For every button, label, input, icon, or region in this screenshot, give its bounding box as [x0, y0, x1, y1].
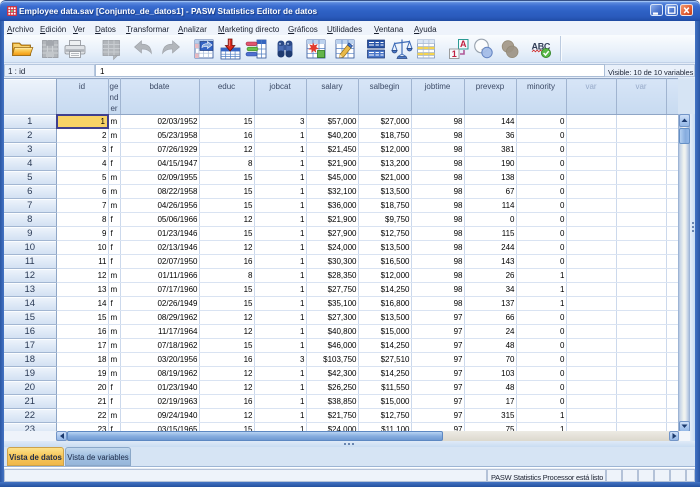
- svg-text:1: 1: [452, 49, 457, 59]
- svg-text:A: A: [460, 39, 467, 49]
